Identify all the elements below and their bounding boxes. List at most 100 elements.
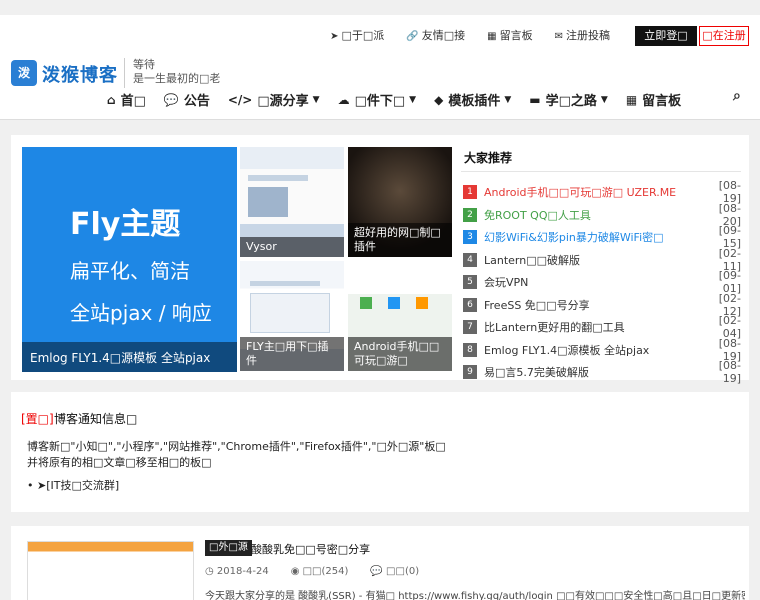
recommend-item-title[interactable]: 会玩VPN <box>484 274 703 290</box>
featured-main-slide[interactable]: Fly主题 扁平化、简洁 全站pjax / 响应 Emlog FLY1.4□源模… <box>22 147 237 372</box>
recommend-item-title[interactable]: Lantern□□破解版 <box>484 252 703 268</box>
recommend-item[interactable]: 4 Lantern□□破解版 [02-11] <box>463 247 741 273</box>
chat-icon: 💬 <box>163 92 179 107</box>
search-icon[interactable]: ⌕ <box>733 88 741 104</box>
envelope-icon: ✉ <box>554 31 563 42</box>
top-link-0[interactable]: ➤ □于□派 <box>330 27 384 43</box>
nav-item-label: 公告 <box>183 94 210 109</box>
top-link-1[interactable]: 🔗 友情□接 <box>406 27 465 43</box>
recommend-item-title[interactable]: Android手机□□可玩□游□ UZER.ME <box>484 184 703 200</box>
nav-item-label: □源分享 <box>257 94 309 109</box>
chevron-down-icon: ▼ <box>600 94 608 105</box>
nav-item-1[interactable]: 💬 公告 <box>163 90 210 110</box>
nav-item-3[interactable]: ☁ □件下□ ▼ <box>337 90 417 110</box>
rank-badge: 6 <box>463 297 477 312</box>
recommend-item-title[interactable]: 免ROOT QQ□人工具 <box>484 207 703 223</box>
rank-badge: 2 <box>463 207 477 222</box>
recommend-item-title[interactable]: Emlog FLY1.4□源模板 全站pjax <box>484 342 703 358</box>
slogan-line-2: 是一生最初的□老 <box>133 72 221 85</box>
featured-thumb-android-games[interactable]: Android手机□□可玩□游□ <box>348 261 452 371</box>
pointer-icon: ➤ <box>330 31 339 42</box>
cloud-download-icon: ☁ <box>337 92 350 107</box>
post-comments-text: □□(0) <box>386 566 420 577</box>
thumb-decoration <box>360 297 372 309</box>
post-excerpt: 今天跟大家分享的是 酸酸乳(SSR) - 有猫□ https://www.fis… <box>205 591 745 600</box>
featured-thumb-screenshot-plugin[interactable]: 超好用的网□制□插件 <box>348 147 452 257</box>
nav-item-label: □件下□ <box>354 94 406 109</box>
chevron-down-icon: ▼ <box>504 94 512 105</box>
rank-badge: 5 <box>463 275 477 290</box>
nav-item-label: 模板插件 <box>448 94 501 109</box>
site-header: 泼 泼猴博客 等待 是一生最初的□老 ⌂ 首□ 💬 公告 </> □源分享 ▼ ☁ □件下□ ▼ ◆… <box>0 55 760 120</box>
recommend-item[interactable]: 5 会玩VPN [09-01] <box>463 269 741 295</box>
notice-title[interactable]: 博客通知信息□ <box>54 410 137 427</box>
recommend-item[interactable]: 6 FreeSS 免□□号分享 [02-12] <box>463 292 741 318</box>
calendar-icon: ▦ <box>625 92 638 107</box>
notice-bullet[interactable]: • ➤[IT技□交流群] <box>27 477 119 493</box>
notice-text-line-2: 并将原有的相□文章□移至相□的板□ <box>27 456 212 469</box>
top-link-2[interactable]: ▦ 留言板 <box>487 27 532 43</box>
slide-caption: Emlog FLY1.4□源模板 全站pjax <box>22 342 237 372</box>
top-link-label: 留言板 <box>499 29 533 42</box>
post-views: ◉ □□(254) <box>291 566 349 577</box>
rank-badge: 3 <box>463 230 477 245</box>
recommend-item[interactable]: 8 Emlog FLY1.4□源模板 全站pjax [08-19] <box>463 337 741 363</box>
slide-headline: Fly主题 <box>70 207 181 242</box>
post-title[interactable]: 酸酸乳免□□号密□分享 <box>251 541 370 557</box>
nav-item-5[interactable]: ▬ 学□之路 ▼ <box>529 90 608 110</box>
thumb-decoration <box>248 187 288 217</box>
site-logo-text[interactable]: 泼猴博客 <box>42 61 118 87</box>
featured-section: Fly主题 扁平化、简洁 全站pjax / 响应 Emlog FLY1.4□源模… <box>11 135 749 385</box>
rank-badge: 7 <box>463 320 477 335</box>
recommend-item[interactable]: 7 比Lantern更好用的翻□工具 [02-04] <box>463 314 741 340</box>
nav-item-6[interactable]: ▦ 留言板 <box>625 90 682 110</box>
keyboard-icon: ▬ <box>529 92 541 107</box>
recommend-item-date: [08-19] <box>718 359 741 386</box>
featured-thumb-fly-download[interactable]: FLY主□用下□插件 <box>240 261 344 371</box>
top-links: ➤ □于□派 🔗 友情□接 ▦ 留言板 ✉ 注册投稿 <box>330 27 610 43</box>
chevron-down-icon: ▼ <box>409 94 417 105</box>
recommend-divider <box>461 171 741 172</box>
recommend-item-title[interactable]: 易□言5.7完美破解版 <box>484 364 703 380</box>
notice-text-line-1: 博客新□"小知□","小程序","网站推荐","Chrome插件","Firef… <box>27 440 446 453</box>
top-link-3[interactable]: ✉ 注册投稿 <box>555 27 610 43</box>
recommend-item[interactable]: 3 幻影WiFi&幻影pin暴力破解WiFi密□ [09-15] <box>463 224 741 250</box>
recommend-item-title[interactable]: 比Lantern更好用的翻□工具 <box>484 319 703 335</box>
home-icon: ⌂ <box>107 92 116 107</box>
post-meta: ◷ 2018-4-24 ◉ □□(254) 💬 □□(0) <box>205 566 419 577</box>
post-category-badge[interactable]: □外□源 <box>205 540 252 556</box>
post-thumbnail[interactable] <box>27 541 194 600</box>
logo-badge-icon[interactable]: 泼 <box>11 60 37 86</box>
thumb-caption: Vysor <box>240 237 344 257</box>
post-views-text: □□(254) <box>302 566 349 577</box>
notice-bullet-link[interactable]: [IT技□交流群] <box>46 479 119 492</box>
post-date-text: 2018-4-24 <box>216 566 269 577</box>
rank-badge: 4 <box>463 252 477 267</box>
recommend-item[interactable]: 1 Android手机□□可玩□游□ UZER.ME [08-19] <box>463 179 741 205</box>
recommend-title: 大家推荐 <box>464 151 513 165</box>
login-button[interactable]: 立即登□ <box>635 26 697 46</box>
register-button[interactable]: □在注册 <box>699 26 749 46</box>
clock-icon: ◷ <box>205 566 214 577</box>
nav-item-2[interactable]: </> □源分享 ▼ <box>228 90 320 110</box>
slide-subline-2: 全站pjax / 响应 <box>70 301 212 325</box>
notice-card: [置□] 博客通知信息□ 博客新□"小知□","小程序","网站推荐","Chr… <box>11 392 749 512</box>
recommend-list: 1 Android手机□□可玩□游□ UZER.ME [08-19] 2 免ROOT Q… <box>463 179 741 386</box>
nav-item-label: 留言板 <box>642 94 682 109</box>
nav-item-label: 首□ <box>120 94 146 109</box>
recommend-item[interactable]: 2 免ROOT QQ□人工具 [08-20] <box>463 202 741 228</box>
recommend-item-title[interactable]: FreeSS 免□□号分享 <box>484 297 703 313</box>
eye-icon: ◉ <box>290 566 300 577</box>
recommend-item[interactable]: 9 易□言5.7完美破解版 [08-19] <box>463 359 741 386</box>
thumb-caption: 超好用的网□制□插件 <box>348 223 452 257</box>
post-comments[interactable]: 💬 □□(0) <box>370 566 419 577</box>
nav-item-4[interactable]: ◆ 模板插件 ▼ <box>434 90 512 110</box>
featured-thumb-vysor[interactable]: Vysor <box>240 147 344 257</box>
top-link-label: □于□派 <box>341 29 385 42</box>
nav-item-0[interactable]: ⌂ 首□ <box>107 90 146 110</box>
chevron-down-icon: ▼ <box>312 94 320 105</box>
guestbook-icon: ▦ <box>487 31 497 42</box>
comment-icon: 💬 <box>370 566 383 577</box>
recommend-item-title[interactable]: 幻影WiFi&幻影pin暴力破解WiFi密□ <box>484 229 703 245</box>
main-nav: ⌂ 首□ 💬 公告 </> □源分享 ▼ ☁ □件下□ ▼ ◆ 模板插件 ▼ ▬ 学□之路 ▼ ▦ 留言板 <box>107 90 699 110</box>
